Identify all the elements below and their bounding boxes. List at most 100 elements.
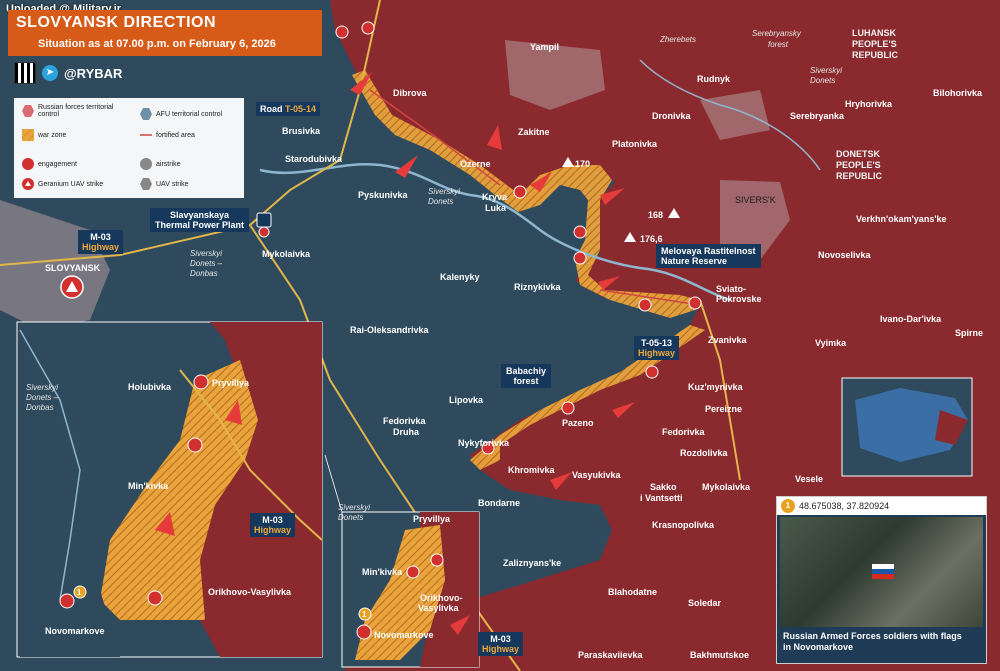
town-soledar: Soledar [688,598,722,608]
power-plant-line-1: Slavyanskaya [169,210,230,220]
town-ivano-darivka: Ivano-Dar'ivka [880,314,942,324]
town-fedorivka-druha-1: Fedorivka [383,416,427,426]
legend-fortified-label: fortified area [156,131,195,139]
road-t0513-type: Highway [638,348,676,358]
small-town-orikhovo-1: Orikhovo- [420,593,463,603]
engagement-icon [22,158,34,170]
town-zaliznyanske: Zaliznyans'ke [503,558,561,568]
canal-label-2: Donets – [190,259,223,268]
town-starodubivka: Starodubivka [285,154,343,164]
road-m03-bottom-label: M-03 Highway [478,632,524,656]
river-label-siverskyi-2: Donets [428,197,453,206]
road-m03-top-code: M-03 [90,232,111,242]
town-sakko-2: i Vantsetti [640,493,683,503]
telegram-icon[interactable]: ➤ [42,65,58,81]
photo-number-badge: 1 [781,499,795,513]
small-town-orikhovo-2: Vasylivka [418,603,460,613]
small-town-minkivka: Min'kivka [362,567,403,577]
nature-reserve-line-1: Melovaya Rastitelnost [661,246,756,256]
photo-caption: Russian Armed Forces soldiers with flags… [783,631,962,653]
town-serebryanka: Serebryanka [790,111,845,121]
legend-uav-label: UAV strike [156,180,189,188]
legend-warzone: war zone [22,129,66,141]
height-170: 170 [575,159,590,169]
slovyansk-marker [60,275,84,299]
inset-town-novomarkove: Novomarkove [45,626,105,636]
header-box: SLOVYANSK DIRECTION Situation as at 07.0… [8,10,322,56]
town-brusivka: Brusivka [282,126,321,136]
inset-town-orikhovo: Orikhovo-Vasylivka [208,587,292,597]
town-verkhnokamyanske: Verkhn'okam'yans'ke [856,214,946,224]
page-title: SLOVYANSK DIRECTION [16,14,217,31]
legend-engagement: engagement [22,158,77,170]
town-paraskavievka: Paraskaviievka [578,650,644,660]
overview-map [841,377,973,477]
qr-code-icon[interactable] [14,62,36,84]
town-vasyukivka: Vasyukivka [572,470,622,480]
photo-caption-line-2: in Novomarkove [783,642,854,652]
river-zherebets: Zherebets [659,35,696,44]
airstrike-icon [140,158,152,170]
uav-strike-icon [140,178,152,190]
photo-card[interactable]: 1 48.675038, 37.820924 Russian Armed For… [776,496,987,664]
small-town-novomarkove: Novomarkove [374,630,434,640]
fortified-line-icon [140,134,152,136]
town-ozerne: Ozerne [460,159,491,169]
page-subtitle: Situation as at 07.00 p.m. on February 6… [38,38,276,50]
town-nykyforivka: Nykyforivka [458,438,510,448]
river-label-siverskyi-1: Siverskyi [428,187,460,196]
inset-small [341,511,480,668]
town-dronivka: Dronivka [652,111,692,121]
donetsk-label-2: PEOPLE'S [836,160,881,170]
power-plant-line-2: Thermal Power Plant [155,220,245,230]
town-kryva: Kryva [482,192,508,202]
town-pazeno: Pazeno [562,418,594,428]
serebryansky-forest-1: Serebryansky [752,29,802,38]
town-lipovka: Lipovka [449,395,484,405]
road-m03-inset-type: Highway [254,525,292,535]
road-t0513-code: T-05-13 [640,338,673,348]
inset-small-river-1: Siverskyi [338,503,370,512]
small-town-pryvillya: Pryvillya [413,514,451,524]
town-bilohorivka: Bilohorivka [933,88,983,98]
legend-fortified: fortified area [140,129,195,141]
town-hryhorivka: Hryhorivka [845,99,893,109]
luhansk-label-2: PEOPLE'S [852,39,897,49]
brand-row: ➤ @RYBAR [14,62,122,84]
town-riznykivka: Riznykivka [514,282,562,292]
town-krasnopolivka: Krasnopolivka [652,520,715,530]
small-marker-number: 1 [362,610,367,619]
forest-line-1: Babachiy [506,366,547,376]
town-slovyansk: SLOVYANSK [45,263,101,273]
inset-town-pryvillya: Pryvillya [212,378,250,388]
town-yampil: Yampil [530,42,559,52]
donetsk-label-1: DONETSK [836,149,881,159]
town-kalenyky: Kalenyky [440,272,480,282]
road-t0514-prefix: Road [260,104,286,114]
legend-russian: Russian forces territorial control [22,104,122,118]
town-fedorivka: Fedorivka [662,427,706,437]
serebryansky-forest-2: forest [768,40,789,49]
road-m03-inset-code: M-03 [262,515,283,525]
nature-reserve-line-2: Nature Reserve [661,256,728,266]
photo-coordinates-bar: 1 48.675038, 37.820924 [777,497,986,515]
town-luka: Luka [485,203,507,213]
power-plant-icon [256,212,272,238]
inset-canal-3: Donbas [26,403,54,412]
photo-caption-line-1: Russian Armed Forces soldiers with flags [783,631,962,641]
inset-town-minkivka: Min'kivka [128,481,169,491]
road-m03-top-type: Highway [82,242,120,252]
legend-afu: AFU territorial control [140,108,240,120]
town-pokrovske: Pokrovske [716,294,762,304]
legend-afu-label: AFU territorial control [156,110,223,118]
brand-handle[interactable]: @RYBAR [64,66,122,81]
canal-label-1: Siverskyi [190,249,222,258]
donetsk-label-3: REPUBLIC [836,171,883,181]
town-novoselivka: Novoselivka [818,250,872,260]
legend-engagement-label: engagement [38,160,77,168]
town-sviato: Sviato- [716,284,746,294]
war-zone-icon [22,129,34,141]
legend-russian-label: Russian forces territorial control [38,104,114,118]
town-spirne: Spirne [955,328,983,338]
canal-label-3: Donbas [190,269,218,278]
